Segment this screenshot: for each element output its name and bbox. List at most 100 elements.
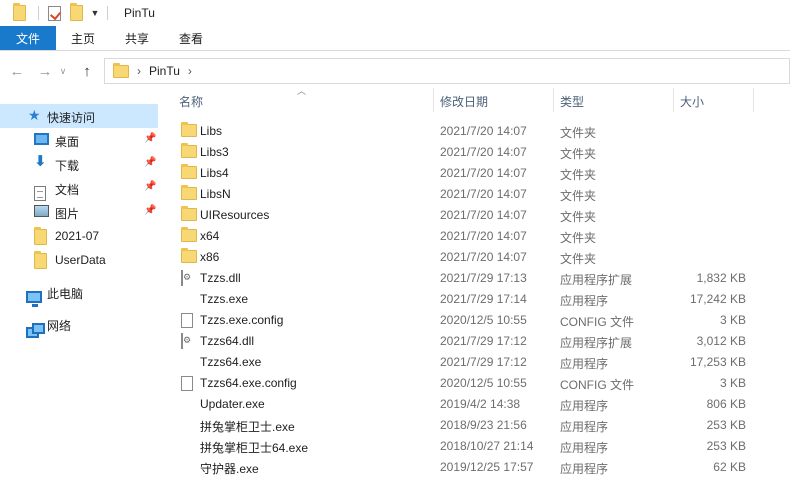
recent-locations-chevron-icon[interactable]: ∨ (56, 60, 70, 82)
tab-share[interactable]: 共享 (110, 26, 164, 50)
up-arrow-icon[interactable]: ↑ (76, 60, 98, 82)
table-row[interactable]: Tzzs64.dll 2021/7/29 17:12 应用程序扩展 3,012 KB (160, 331, 760, 352)
pictures-icon (34, 205, 49, 217)
computer-icon (26, 291, 42, 307)
column-header-date[interactable]: 修改日期 (440, 86, 488, 116)
nav-quick-access[interactable]: ★ 快速访问 (0, 104, 158, 128)
address-bar[interactable]: › PinTu › (104, 58, 790, 84)
address-row: ← → ∨ ↑ › PinTu › (0, 56, 790, 86)
file-date: 2021/7/20 14:07 (440, 145, 527, 159)
file-date: 2021/7/29 17:13 (440, 271, 527, 285)
table-row[interactable]: Tzzs.dll 2021/7/29 17:13 应用程序扩展 1,832 KB (160, 268, 760, 289)
star-icon: ★ (28, 107, 41, 123)
table-row[interactable]: x86 2021/7/20 14:07 文件夹 (160, 247, 760, 268)
column-header-name[interactable]: 名称 (179, 86, 203, 116)
table-row[interactable]: Tzzs.exe 2021/7/29 17:14 应用程序 17,242 KB (160, 289, 760, 310)
breadcrumb-pintu[interactable]: PinTu (149, 64, 180, 78)
table-row[interactable]: Libs3 2021/7/20 14:07 文件夹 (160, 142, 760, 163)
column-header-size[interactable]: 大小 (680, 86, 704, 116)
file-list: Libs 2021/7/20 14:07 文件夹 Libs3 2021/7/20 14:… (160, 121, 790, 478)
folder-icon (181, 227, 197, 242)
table-row[interactable]: 守护器.exe 2019/12/25 17:57 应用程序 62 KB (160, 457, 760, 478)
column-header-type[interactable]: 类型 (560, 86, 584, 116)
file-size: 3 KB (719, 376, 746, 390)
file-type: 应用程序 (560, 399, 609, 413)
table-row[interactable]: UIResources 2021/7/20 14:07 文件夹 (160, 205, 760, 226)
table-row[interactable]: Libs4 2021/7/20 14:07 文件夹 (160, 163, 760, 184)
nav-item-desktop[interactable]: 桌面 📌 (0, 128, 158, 152)
pin-icon[interactable]: 📌 (144, 205, 156, 216)
folder-icon (34, 251, 47, 269)
column-divider[interactable] (753, 88, 754, 112)
nav-item-pictures[interactable]: 图片 📌 (0, 200, 158, 224)
nav-item-userdata[interactable]: UserData (0, 248, 158, 272)
file-type: 文件夹 (560, 189, 597, 203)
folder-icon[interactable] (10, 3, 28, 22)
file-name: Libs3 (200, 145, 229, 159)
file-type: CONFIG 文件 (560, 315, 634, 329)
file-name: x64 (200, 229, 220, 243)
file-type: 文件夹 (560, 126, 597, 140)
nav-label: 文档 (55, 183, 80, 197)
file-date: 2021/7/29 17:14 (440, 292, 527, 306)
table-row[interactable]: Tzzs64.exe.config 2020/12/5 10:55 CONFIG 文… (160, 373, 760, 394)
tab-home[interactable]: 主页 (56, 26, 110, 50)
file-type: 文件夹 (560, 147, 597, 161)
pin-icon[interactable]: 📌 (144, 157, 156, 168)
folder-icon (181, 122, 197, 137)
pin-icon[interactable]: 📌 (144, 133, 156, 144)
table-row[interactable]: 拼兔掌柜卫士.exe 2018/9/23 21:56 应用程序 253 KB (160, 415, 760, 436)
title-bar: ▼ PinTu (0, 0, 790, 26)
desktop-icon (34, 133, 49, 145)
file-name: LibsN (200, 187, 231, 201)
file-date: 2021/7/20 14:07 (440, 124, 527, 138)
table-row[interactable]: x64 2021/7/20 14:07 文件夹 (160, 226, 760, 247)
tab-file[interactable]: 文件 (0, 26, 56, 50)
properties-check-icon[interactable] (45, 4, 63, 22)
window-title: PinTu (124, 6, 155, 20)
divider (107, 6, 108, 20)
file-name: Updater.exe (200, 397, 265, 411)
file-type: 文件夹 (560, 231, 597, 245)
column-headers: ︿ 名称 修改日期 类型 大小 (160, 86, 790, 116)
table-row[interactable]: Tzzs.exe.config 2020/12/5 10:55 CONFIG 文件 3… (160, 310, 760, 331)
column-divider[interactable] (553, 88, 554, 112)
tab-view[interactable]: 查看 (164, 26, 218, 50)
chevron-right-icon[interactable]: › (188, 64, 192, 78)
file-type: CONFIG 文件 (560, 378, 634, 392)
nav-item-documents[interactable]: 文档 📌 (0, 176, 158, 201)
folder-icon (181, 164, 197, 179)
pin-icon[interactable]: 📌 (144, 181, 156, 192)
nav-item-downloads[interactable]: ⬇ 下载 📌 (0, 152, 158, 176)
back-arrow-icon[interactable]: ← (6, 60, 28, 82)
file-type: 应用程序 (560, 462, 609, 476)
nav-this-pc[interactable]: 此电脑 (0, 280, 158, 307)
nav-label: 网络 (47, 319, 72, 333)
file-name: 拼兔掌柜卫士64.exe (200, 441, 309, 455)
folder-icon (34, 227, 47, 245)
file-type: 文件夹 (560, 252, 597, 266)
table-row[interactable]: Libs 2021/7/20 14:07 文件夹 (160, 121, 760, 142)
file-date: 2021/7/29 17:12 (440, 334, 527, 348)
file-name: Tzzs.exe.config (200, 313, 284, 327)
nav-network[interactable]: 网络 (0, 312, 158, 338)
file-name: 守护器.exe (200, 462, 259, 476)
file-date: 2020/12/5 10:55 (440, 376, 527, 390)
divider (38, 6, 39, 20)
nav-item-2021-07[interactable]: 2021-07 (0, 224, 158, 248)
column-divider[interactable] (433, 88, 434, 112)
quick-access-dropdown-icon[interactable]: ▼ (89, 8, 101, 18)
file-size: 3 KB (719, 313, 746, 327)
file-type: 应用程序 (560, 294, 609, 308)
file-name: Libs (200, 124, 223, 138)
table-row[interactable]: Tzzs64.exe 2021/7/29 17:12 应用程序 17,253 KB (160, 352, 760, 373)
table-row[interactable]: Updater.exe 2019/4/2 14:38 应用程序 806 KB (160, 394, 760, 415)
new-folder-icon[interactable] (67, 3, 85, 22)
forward-arrow-icon[interactable]: → (34, 60, 56, 82)
column-divider[interactable] (673, 88, 674, 112)
table-row[interactable]: 拼兔掌柜卫士64.exe 2018/10/27 21:14 应用程序 253 KB (160, 436, 760, 457)
file-date: 2021/7/29 17:12 (440, 355, 527, 369)
table-row[interactable]: LibsN 2021/7/20 14:07 文件夹 (160, 184, 760, 205)
folder-icon (181, 248, 197, 263)
chevron-right-icon[interactable]: › (137, 64, 141, 78)
